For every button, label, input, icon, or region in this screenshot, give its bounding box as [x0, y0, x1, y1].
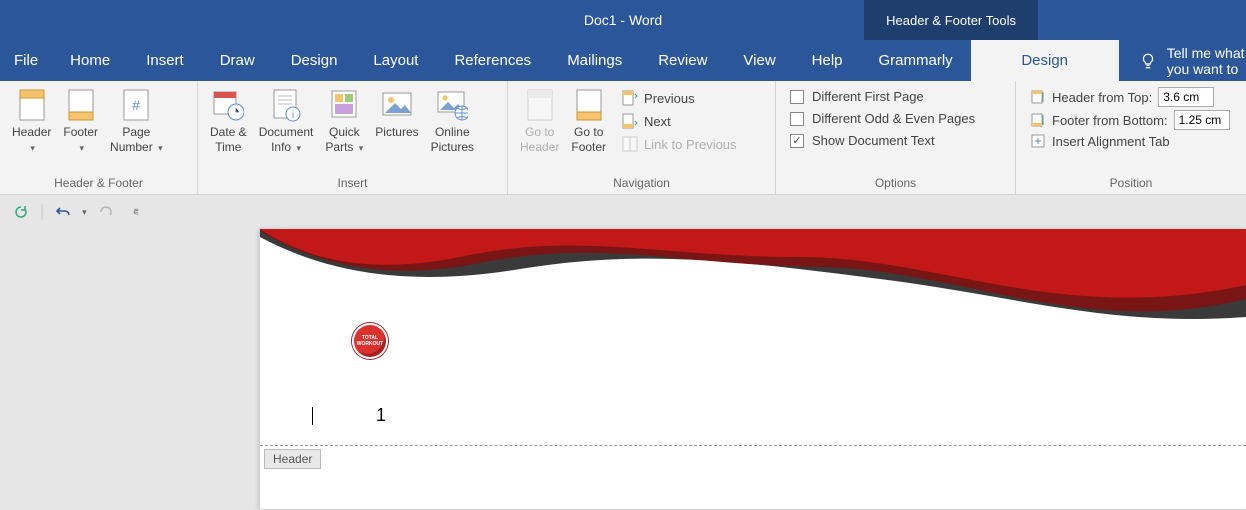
page-number-button[interactable]: # PageNumber ▾	[104, 85, 169, 160]
header-top-input[interactable]	[1158, 87, 1214, 107]
ribbon: Header▾ Footer▾ # PageNumber ▾ Header & …	[0, 81, 1246, 195]
undo-button[interactable]	[54, 203, 72, 221]
footer-icon	[65, 89, 97, 121]
chevron-down-icon: ▾	[30, 141, 35, 156]
header-icon	[16, 89, 48, 121]
group-label: Options	[782, 173, 1009, 194]
tab-grammarly[interactable]: Grammarly	[861, 40, 971, 81]
tab-mailings[interactable]: Mailings	[549, 40, 640, 81]
goto-header-button: Go toHeader	[514, 85, 565, 159]
group-insert: Date &Time i DocumentInfo ▾ QuickParts ▾…	[198, 81, 508, 194]
checkbox-icon	[790, 90, 804, 104]
header-button[interactable]: Header▾	[6, 85, 57, 160]
header-top-icon	[1030, 89, 1046, 105]
date-time-button[interactable]: Date &Time	[204, 85, 253, 159]
group-position: Header from Top: Footer from Bottom: Ins…	[1016, 81, 1246, 194]
different-odd-even-checkbox[interactable]: Different Odd & Even Pages	[790, 109, 975, 128]
contextual-tools-label: Header & Footer Tools	[864, 0, 1038, 40]
text-cursor	[312, 407, 313, 425]
tab-view[interactable]: View	[725, 40, 793, 81]
pictures-icon	[381, 89, 413, 121]
pictures-button[interactable]: Pictures	[369, 85, 424, 159]
ribbon-tabs: File Home Insert Draw Design Layout Refe…	[0, 40, 1246, 81]
chevron-down-icon: ▾	[296, 141, 301, 156]
tell-me-search[interactable]: Tell me what you want to	[1119, 45, 1246, 77]
online-pictures-button[interactable]: OnlinePictures	[425, 85, 480, 159]
tab-layout[interactable]: Layout	[355, 40, 436, 81]
quick-parts-button[interactable]: QuickParts ▾	[319, 85, 369, 160]
title-bar: Doc1 - Word Header & Footer Tools	[0, 0, 1246, 40]
show-document-text-checkbox[interactable]: ✓ Show Document Text	[790, 131, 975, 150]
footer-bottom-label: Footer from Bottom:	[1052, 113, 1168, 128]
next-button[interactable]: Next	[618, 110, 741, 132]
document-page[interactable]: TOTAL WORKOUT 1 Header	[260, 229, 1246, 509]
title-right: Header & Footer Tools	[864, 0, 1246, 40]
document-info-button[interactable]: i DocumentInfo ▾	[253, 85, 320, 160]
svg-text:#: #	[132, 97, 140, 113]
redo-button[interactable]	[97, 203, 115, 221]
quick-access-toolbar: | ▾ ⋷	[0, 195, 1246, 229]
chevron-down-icon: ▾	[158, 141, 163, 156]
group-navigation: Go toHeader Go toFooter Previous Next	[508, 81, 776, 194]
logo-badge: TOTAL WORKOUT	[352, 323, 388, 359]
group-label: Navigation	[514, 173, 769, 194]
date-time-icon	[212, 89, 244, 121]
tell-me-label: Tell me what you want to	[1167, 45, 1246, 77]
previous-icon	[622, 90, 638, 106]
page-number-icon: #	[120, 89, 152, 121]
tab-insert[interactable]: Insert	[128, 40, 202, 81]
tab-review[interactable]: Review	[640, 40, 725, 81]
goto-header-icon	[524, 89, 556, 121]
group-header-footer: Header▾ Footer▾ # PageNumber ▾ Header & …	[0, 81, 198, 194]
checkbox-checked-icon: ✓	[790, 134, 804, 148]
tab-draw[interactable]: Draw	[202, 40, 273, 81]
checkbox-icon	[790, 112, 804, 126]
footer-bottom-input[interactable]	[1174, 110, 1230, 130]
group-label: Insert	[204, 173, 501, 194]
quick-parts-icon	[328, 89, 360, 121]
tab-home[interactable]: Home	[52, 40, 128, 81]
different-first-page-checkbox[interactable]: Different First Page	[790, 87, 975, 106]
chevron-down-icon: ▾	[79, 141, 84, 156]
header-wave-graphic	[260, 229, 1246, 339]
tab-header-footer-design[interactable]: Design	[971, 40, 1119, 81]
window-title: Doc1 - Word	[584, 12, 662, 28]
goto-footer-icon	[573, 89, 605, 121]
header-indicator-tab: Header	[264, 449, 321, 469]
header-top-label: Header from Top:	[1052, 90, 1152, 105]
svg-text:i: i	[292, 110, 294, 121]
footer-button[interactable]: Footer▾	[57, 85, 104, 160]
next-icon	[622, 113, 638, 129]
footer-bottom-icon	[1030, 112, 1046, 128]
group-label: Header & Footer	[6, 173, 191, 194]
tab-file[interactable]: File	[0, 40, 52, 81]
document-info-icon: i	[270, 89, 302, 121]
insert-alignment-tab-button[interactable]: Insert Alignment Tab	[1030, 133, 1230, 149]
group-label: Position	[1022, 173, 1240, 194]
document-area: TOTAL WORKOUT 1 Header	[0, 229, 1246, 510]
refresh-button[interactable]	[12, 203, 30, 221]
link-icon	[622, 136, 638, 152]
tab-help[interactable]: Help	[794, 40, 861, 81]
page-number-text: 1	[376, 405, 386, 426]
chevron-down-icon[interactable]: ▾	[82, 207, 87, 218]
previous-button[interactable]: Previous	[618, 87, 741, 109]
online-pictures-icon	[436, 89, 468, 121]
tab-design[interactable]: Design	[273, 40, 356, 81]
header-boundary-line	[260, 445, 1246, 446]
link-to-previous-button: Link to Previous	[618, 133, 741, 155]
group-options: Different First Page Different Odd & Eve…	[776, 81, 1016, 194]
goto-footer-button[interactable]: Go toFooter	[565, 85, 612, 159]
tab-references[interactable]: References	[436, 40, 549, 81]
lightbulb-icon	[1139, 52, 1157, 70]
chevron-down-icon: ▾	[359, 141, 364, 156]
customize-qat-icon[interactable]: ⋷	[133, 207, 139, 218]
alignment-tab-icon	[1030, 133, 1046, 149]
